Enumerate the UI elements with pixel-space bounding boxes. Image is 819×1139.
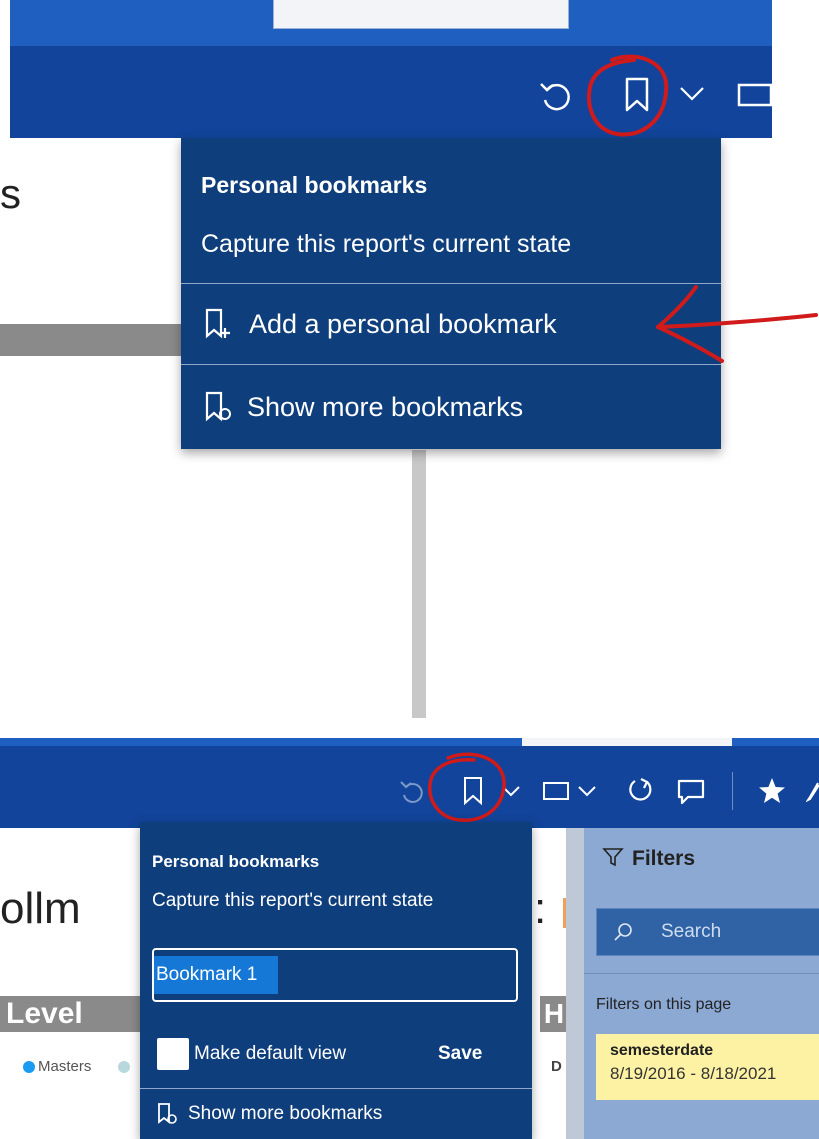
browser-address-box[interactable] [273, 0, 569, 29]
filters-search[interactable]: Search [596, 908, 819, 956]
annotation-arrow [650, 285, 819, 367]
level-badge: Level [0, 996, 140, 1032]
default-view-label: Make default view [194, 1043, 347, 1064]
chevron-down-icon[interactable] [576, 782, 598, 800]
filter-card-value: 8/19/2016 - 8/18/2021 [610, 1064, 777, 1083]
browser-address-box[interactable] [522, 738, 732, 746]
filters-pane-divider [566, 828, 584, 1139]
search-placeholder: Search [661, 921, 722, 942]
undo-icon[interactable] [537, 78, 573, 114]
top-screenshot: s Personal bookmarks Capture this report… [0, 0, 819, 720]
legend-masters-label: Masters [38, 1058, 92, 1075]
star-icon[interactable] [757, 776, 787, 806]
comment-icon[interactable] [676, 778, 706, 806]
view-icon[interactable] [542, 780, 570, 802]
view-icon[interactable] [737, 82, 773, 108]
h-badge-label: H [543, 998, 565, 1029]
filters-section-label: Filters on this page [596, 996, 732, 1013]
filters-title: Filters [632, 847, 696, 870]
toolbar-separator [732, 772, 733, 810]
show-more-bookmarks-item[interactable]: Show more bookmarks [181, 365, 721, 449]
level-badge-label: Level [6, 997, 83, 1030]
legend-second-dot [118, 1061, 130, 1073]
page-heading-fragment: s [0, 170, 21, 217]
bookmarks-menu: Personal bookmarks Capture this report's… [181, 138, 721, 449]
bookmark-name-value: Bookmark 1 [154, 956, 278, 994]
filter-card[interactable]: semesterdate 8/19/2016 - 8/18/2021 [596, 1034, 819, 1100]
bookmarks-show-icon [203, 391, 233, 423]
grey-divider-line [412, 450, 426, 718]
annotation-circle [582, 52, 682, 144]
refresh-icon[interactable] [625, 776, 655, 806]
report-title-fragment: ollm [0, 884, 81, 933]
show-more-bookmarks-label: Show more bookmarks [188, 1103, 383, 1124]
default-view-checkbox[interactable] [157, 1038, 189, 1070]
undo-icon [398, 778, 426, 806]
filter-icon [602, 846, 624, 868]
grey-bar [0, 324, 181, 356]
show-more-bookmarks-item[interactable]: Show more bookmarks [140, 1089, 532, 1139]
show-more-bookmarks-label: Show more bookmarks [247, 391, 524, 422]
h-badge: H [540, 996, 568, 1032]
menu-subtitle: Capture this report's current state [152, 890, 434, 911]
bookmarks-show-icon [156, 1102, 178, 1126]
menu-subtitle: Capture this report's current state [201, 230, 572, 258]
chevron-down-icon[interactable] [678, 82, 706, 104]
save-button[interactable]: Save [438, 1043, 482, 1065]
legend-d-label: D [551, 1058, 562, 1075]
edit-icon[interactable] [806, 780, 819, 802]
add-bookmark-item[interactable]: Add a personal bookmark [181, 284, 721, 364]
bookmark-add-icon [203, 308, 231, 340]
search-icon [613, 922, 633, 942]
add-bookmark-label: Add a personal bookmark [249, 308, 557, 339]
legend-masters-dot [23, 1061, 35, 1073]
annotation-circle [424, 748, 514, 826]
bookmarks-menu: Personal bookmarks Capture this report's… [140, 822, 532, 1139]
filters-section-divider [584, 973, 819, 974]
bottom-screenshot: ollm : Level H Masters D Filters Search … [0, 738, 819, 1139]
menu-title: Personal bookmarks [201, 172, 428, 198]
menu-title: Personal bookmarks [152, 852, 320, 871]
bookmark-name-input[interactable]: Bookmark 1 [152, 948, 518, 1002]
filter-card-field: semesterdate [610, 1042, 714, 1059]
report-title-colon: : [534, 884, 547, 933]
filters-pane: Filters Search Filters on this page seme… [584, 828, 819, 1139]
